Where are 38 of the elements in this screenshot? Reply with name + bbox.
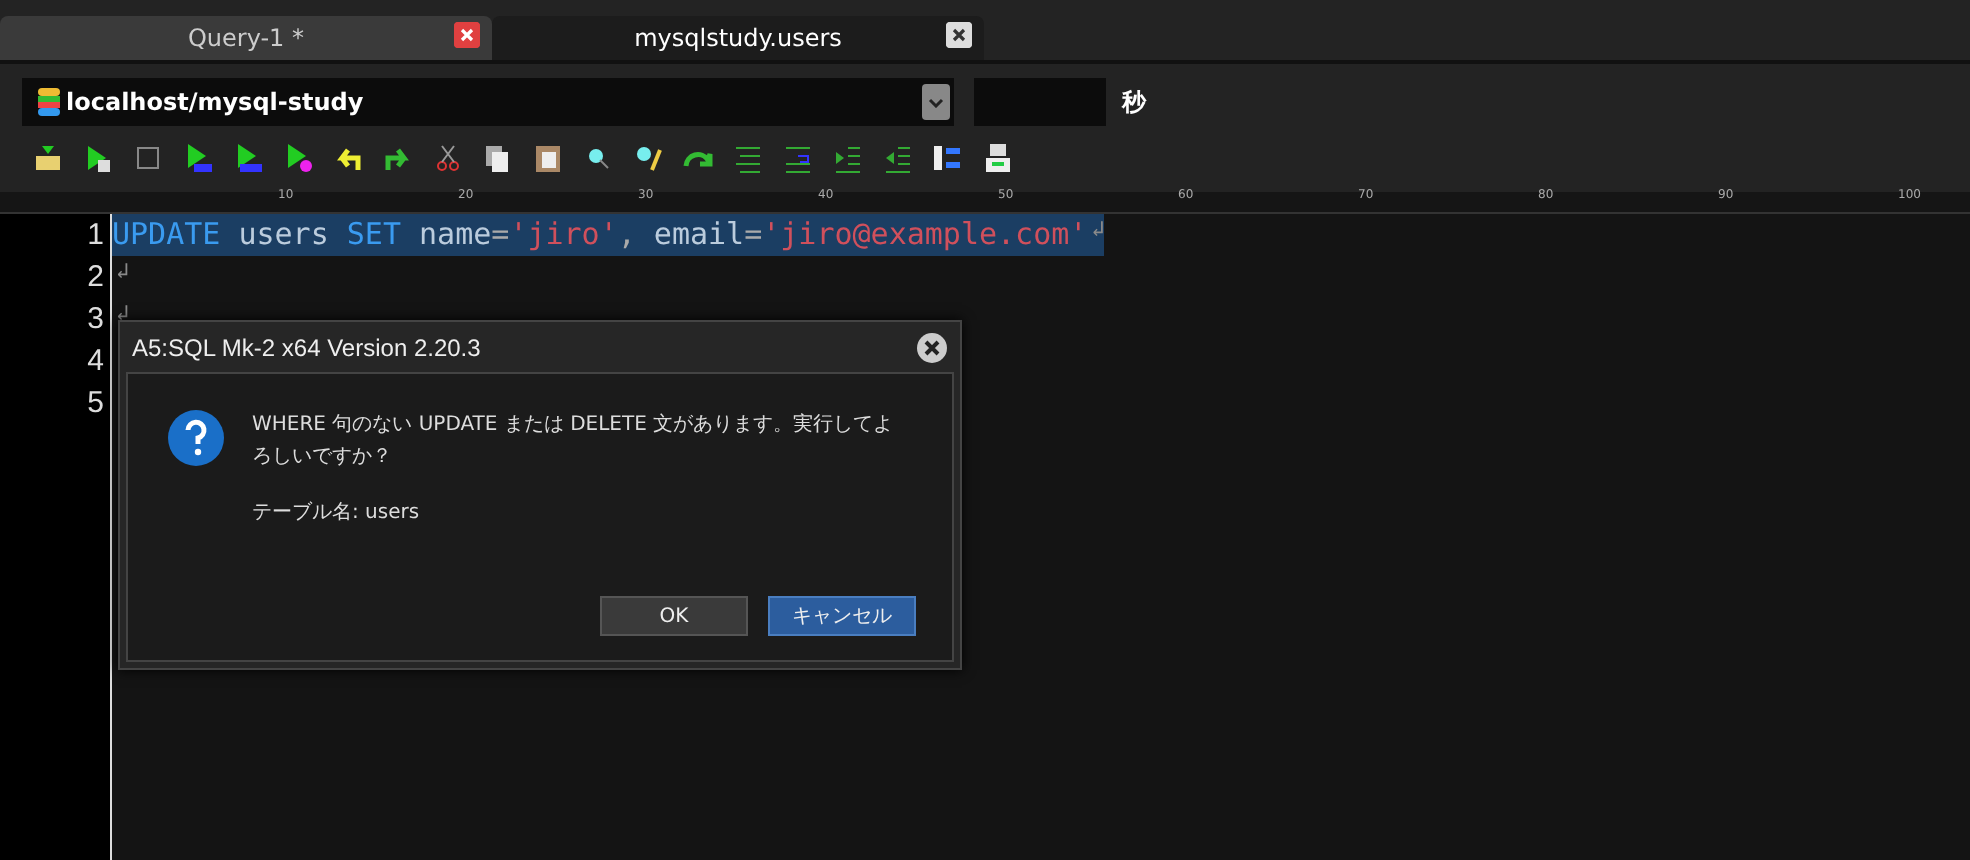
caret-icon[interactable]	[922, 84, 950, 120]
paste-icon[interactable]	[532, 142, 564, 174]
indent-icon[interactable]	[832, 142, 864, 174]
wrap-icon[interactable]	[782, 142, 814, 174]
run-icon[interactable]	[232, 142, 264, 174]
table-name-text: テーブル名: users	[252, 499, 422, 528]
tab[interactable]: Query-1 *	[0, 16, 492, 60]
connection-dropdown[interactable]: localhost/mysql-study	[22, 78, 954, 126]
outdent-icon[interactable]	[882, 142, 914, 174]
connection-name: localhost/mysql-study	[66, 88, 364, 116]
tab[interactable]: mysqlstudy.users	[492, 16, 984, 60]
align-icon[interactable]	[732, 142, 764, 174]
line-end-mark: ↲	[116, 260, 130, 284]
code-text: UPDATE users SET name='jiro', email='jiro@example.com'	[112, 214, 1088, 256]
line-end-mark: ↲	[116, 302, 130, 326]
question-icon	[168, 410, 224, 466]
line-end-mark: ↲	[1091, 218, 1105, 242]
line-number: 2	[85, 258, 106, 298]
tree-icon[interactable]	[932, 142, 964, 174]
stop-icon[interactable]	[132, 142, 164, 174]
close-icon[interactable]	[946, 22, 972, 48]
line-number: 5	[85, 384, 106, 424]
unit-label: 秒	[1122, 85, 1146, 119]
run-icon[interactable]	[182, 142, 214, 174]
line-number: 3	[85, 300, 106, 340]
run-icon[interactable]	[282, 142, 314, 174]
cancel-button[interactable]: キャンセル	[768, 596, 916, 636]
line-number: 1	[85, 216, 106, 256]
dialog-message: WHERE 句のない UPDATE または DELETE 文があります。実行してよろしいですか？	[252, 411, 896, 472]
run-icon[interactable]	[82, 142, 114, 174]
close-icon[interactable]	[916, 331, 948, 363]
copy-icon[interactable]	[482, 142, 514, 174]
ok-button[interactable]: OK	[600, 596, 748, 636]
close-icon[interactable]	[454, 22, 480, 48]
database-icon	[38, 88, 60, 116]
scissors-icon[interactable]	[432, 142, 464, 174]
line-number: 4	[85, 342, 106, 382]
dialog-title: A5:SQL Mk-2 x64 Version 2.20.3	[132, 333, 481, 361]
